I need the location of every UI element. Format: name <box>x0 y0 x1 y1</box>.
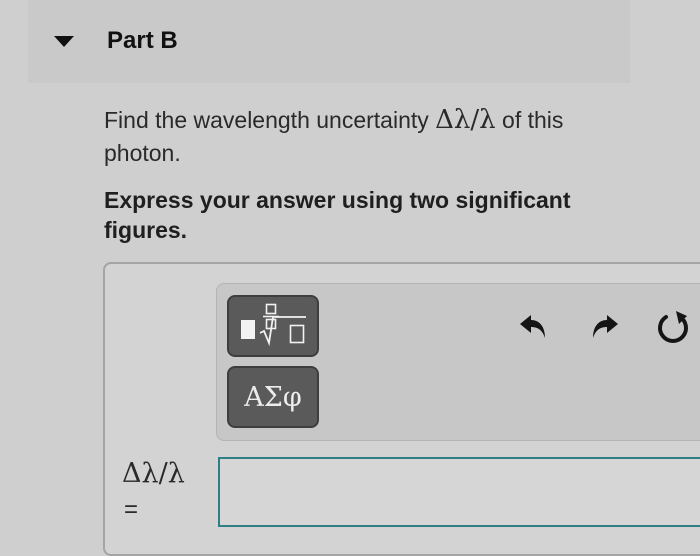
symbols-button[interactable]: ΑΣφ <box>227 366 319 428</box>
templates-button[interactable] <box>227 295 319 357</box>
answer-input[interactable] <box>218 457 700 527</box>
equals-sign: = <box>124 496 139 523</box>
part-title: Part B <box>107 27 178 54</box>
redo-icon[interactable] <box>590 311 620 341</box>
undo-icon[interactable] <box>518 311 548 341</box>
question-expression: Δλ/λ <box>435 105 496 135</box>
reset-icon[interactable] <box>656 309 692 345</box>
answer-variable-label: Δλ/λ <box>122 458 185 489</box>
question-text: Find the wavelength uncertainty Δλ/λ of … <box>104 104 624 170</box>
instruction-text: Express your answer using two significan… <box>104 187 571 243</box>
symbols-label: ΑΣφ <box>244 381 302 413</box>
fraction-sqrt-template-icon <box>241 303 306 347</box>
collapse-arrow-icon[interactable] <box>54 36 74 47</box>
question-text-before: Find the wavelength uncertainty <box>104 107 436 133</box>
